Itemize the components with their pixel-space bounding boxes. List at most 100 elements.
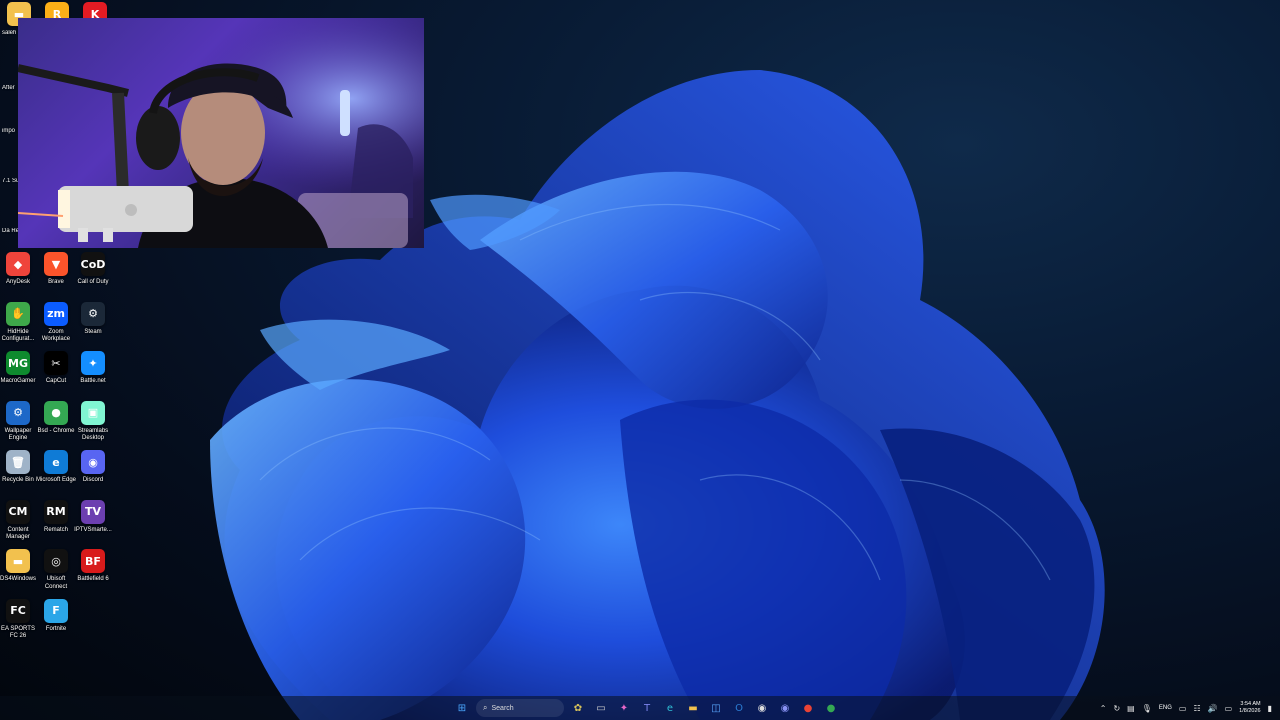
brave-icon: ▼	[44, 252, 68, 276]
desktop-icon-chrome[interactable]: ● Bsd - Chrome	[35, 400, 77, 436]
desktop-icon-label: Call of Duty	[77, 279, 109, 285]
desktop-icon-label: Rematch	[43, 526, 68, 533]
desktop-icon-recycle-bin[interactable]: 🗑 Recycle Bin	[0, 450, 39, 485]
chrome-profile-icon[interactable]: ●	[822, 699, 840, 717]
desktop-icon-hidhide[interactable]: ✋ HidHide Configurat...	[0, 301, 39, 344]
edge-icon: e	[44, 450, 68, 474]
battlenet-icon: ✦	[81, 351, 105, 375]
desktop-icon-wallpaper-engine[interactable]: ⚙ Wallpaper Engine	[0, 400, 39, 443]
desktop-icon-content-manager[interactable]: CM Content Manager	[0, 499, 39, 542]
desktop-icon-discord[interactable]: ◉ Discord	[72, 450, 114, 485]
partial-desktop-label: After	[2, 85, 15, 91]
desktop-icon-label: EA SPORTS FC 26	[1, 625, 35, 640]
microphone-icon[interactable]: 🎙	[1142, 704, 1152, 713]
discord-icon: ◉	[81, 450, 105, 474]
desktop-icon-call-of-duty[interactable]: CoD Call of Duty	[72, 252, 114, 287]
partial-desktop-label: saleh	[2, 30, 17, 36]
desktop-icon-zoom[interactable]: zm Zoom Workplace	[35, 301, 77, 344]
desktop-icon-label: Fortnite	[45, 625, 67, 632]
network-status-icon[interactable]: ☷	[1193, 704, 1200, 713]
battery-icon[interactable]: ▭	[1225, 704, 1233, 713]
steam-icon: ⚙	[81, 301, 105, 326]
discord-taskbar-icon[interactable]: ◉	[776, 699, 794, 717]
desktop-icon-label: Zoom Workplace	[41, 328, 71, 343]
start-button[interactable]: ⊞	[453, 699, 471, 717]
chrome-taskbar-icon[interactable]: ●	[799, 699, 817, 717]
widgets-icon[interactable]: ✿	[569, 699, 587, 717]
zoom-icon: zm	[44, 301, 68, 326]
folder-icon: ▬	[6, 549, 30, 573]
desktop-icon-label: Streamlabs Desktop	[77, 427, 109, 442]
network-icon[interactable]: ▤	[1127, 704, 1135, 713]
desktop-icon-brave[interactable]: ▼ Brave	[35, 252, 77, 287]
ubisoft-icon: ◎	[44, 549, 68, 573]
anydesk-icon: ◆	[6, 252, 30, 276]
desktop-icon-label: Battle.net	[80, 378, 106, 384]
desktop-icon-steam[interactable]: ⚙ Steam	[72, 301, 114, 337]
show-hidden-icons-icon[interactable]: ⌃	[1100, 704, 1107, 713]
edge-taskbar-icon[interactable]: e	[661, 699, 679, 717]
desktop-icon-streamlabs[interactable]: ▣ Streamlabs Desktop	[72, 400, 114, 443]
desktop-icon-capcut[interactable]: ✂ CapCut	[35, 351, 77, 386]
desktop-icon-battlefield[interactable]: BF Battlefield 6	[72, 549, 114, 584]
desktop-icon-label: DS4Windows	[0, 576, 36, 582]
capcut-icon: ✂	[44, 351, 68, 375]
taskbar-search[interactable]: ⌕ Search	[476, 699, 564, 717]
sync-icon[interactable]: ↻	[1113, 704, 1120, 713]
desktop-icon-ea-fc[interactable]: FC EA SPORTS FC 26	[0, 598, 39, 641]
teams-icon[interactable]: T	[638, 699, 656, 717]
language-indicator[interactable]: ENG	[1159, 705, 1172, 711]
webcam-overlay	[18, 18, 424, 248]
monitor-icon[interactable]: ▭	[1179, 704, 1187, 713]
partial-desktop-label: 7.1 Su So	[2, 178, 18, 184]
desktop-icon-label: Bsd - Chrome	[37, 427, 75, 434]
desktop-icon-macrogamer[interactable]: MG MacroGamer	[0, 351, 39, 386]
search-placeholder: Search	[491, 704, 514, 712]
partial-desktop-label: Da Res	[2, 228, 18, 234]
macrogamer-icon: MG	[6, 351, 30, 375]
chrome-icon: ●	[44, 400, 68, 425]
file-explorer-icon[interactable]: ▬	[684, 699, 702, 717]
desktop-icon-label: Discord	[82, 477, 104, 483]
notifications-icon[interactable]: ▮	[1268, 704, 1272, 713]
taskbar-center: ⊞ ⌕ Search ✿ ▭ ✦ T e ▬ ◫ O ◉ ◉ ● ●	[453, 698, 840, 718]
system-tray: ⌃ ↻ ▤ 🎙 ENG ▭ ☷ 🔊 ▭ 3:54 AM 1/8/2026 ▮	[1100, 696, 1272, 720]
clock-date: 1/8/2026	[1239, 708, 1261, 714]
desktop-icon-label: Content Manager	[6, 526, 30, 541]
desktop-icon-rematch[interactable]: RM Rematch	[35, 499, 77, 535]
partial-desktop-label: impo	[2, 128, 16, 134]
desktop-icon-iptv[interactable]: TV IPTVSmarte...	[72, 499, 114, 535]
desktop-icon-ubisoft[interactable]: ◎ Ubisoft Connect	[35, 549, 77, 591]
desktop-icon-anydesk[interactable]: ◆ AnyDesk	[0, 252, 39, 287]
volume-icon[interactable]: 🔊	[1208, 704, 1218, 713]
desktop-icon-label: AnyDesk	[5, 279, 30, 285]
outlook-icon[interactable]: O	[730, 699, 748, 717]
desktop-icon-label: Ubisoft Connect	[44, 576, 68, 590]
call-of-duty-icon: CoD	[81, 252, 105, 276]
battlefield-icon: BF	[81, 549, 105, 573]
desktop-icon-folder[interactable]: ▬ DS4Windows	[0, 549, 39, 584]
obs-icon[interactable]: ◉	[753, 699, 771, 717]
clock-time: 3:54 AM	[1240, 701, 1261, 707]
desktop-icon-label: Steam	[84, 328, 102, 335]
wallpaper-engine-icon: ⚙	[6, 400, 30, 425]
iptv-icon: TV	[81, 499, 105, 524]
search-icon: ⌕	[483, 703, 488, 712]
desktop-icon-label: Brave	[48, 279, 64, 285]
desktop-icon-label: Wallpaper Engine	[4, 427, 32, 442]
fortnite-icon: F	[44, 598, 68, 623]
desktop-icon-label: Battlefield 6	[77, 576, 109, 582]
task-view-icon[interactable]: ▭	[592, 699, 610, 717]
desktop-icon-label: CapCut	[45, 378, 67, 384]
desktop-icon-battlenet[interactable]: ✦ Battle.net	[72, 351, 114, 386]
rematch-icon: RM	[44, 499, 68, 524]
desktop-icon-fortnite[interactable]: F Fortnite	[35, 598, 77, 634]
desktop-icon-label: Recycle Bin	[2, 477, 34, 483]
desktop-icon-label: IPTVSmarte...	[74, 526, 112, 533]
desktop-icon-edge[interactable]: e Microsoft Edge	[35, 450, 77, 485]
copilot-icon[interactable]: ✦	[615, 699, 633, 717]
clock[interactable]: 3:54 AM 1/8/2026	[1239, 701, 1260, 715]
desktop-icon-label: MacroGamer	[0, 378, 36, 384]
recycle-bin-icon: 🗑	[6, 450, 30, 474]
store-icon[interactable]: ◫	[707, 699, 725, 717]
